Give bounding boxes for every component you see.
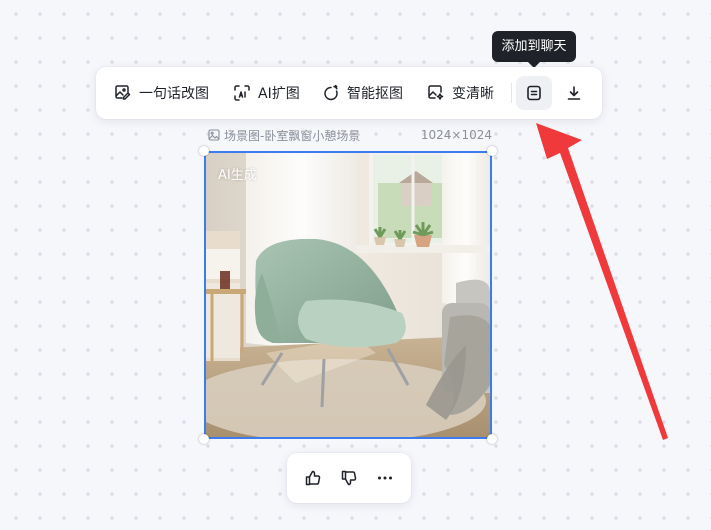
dislike-button[interactable] <box>337 466 361 490</box>
ai-expand-icon <box>234 85 250 101</box>
ai-expand-label: AI扩图 <box>258 86 300 102</box>
ai-generated-badge: AI生成 <box>218 168 257 183</box>
generated-image[interactable]: AI生成 <box>204 151 492 439</box>
edit-with-prompt-label: 一句话改图 <box>139 86 209 102</box>
download-icon <box>567 86 581 100</box>
more-options-button[interactable] <box>373 466 397 490</box>
resize-handle-top-right[interactable] <box>487 146 497 156</box>
enhance-clarity-label: 变清晰 <box>452 86 494 102</box>
enhance-icon <box>428 85 444 100</box>
image-edit-icon <box>115 85 131 100</box>
image-title: 场景图-卧室飘窗小憩场景 <box>224 128 361 143</box>
ai-expand-button[interactable]: AI扩图 <box>233 79 300 107</box>
image-caption: 场景图-卧室飘窗小憩场景 1024×1024 <box>208 127 492 143</box>
smart-cutout-icon <box>324 84 338 101</box>
edit-with-prompt-button[interactable]: 一句话改图 <box>114 79 209 107</box>
smart-cutout-label: 智能抠图 <box>347 86 403 102</box>
enhance-clarity-button[interactable]: 变清晰 <box>427 79 494 107</box>
feedback-bar <box>287 453 411 503</box>
scene-illustration <box>206 153 490 437</box>
add-to-chat-button[interactable] <box>516 76 552 110</box>
thumbs-down-icon <box>341 470 357 486</box>
image-icon <box>208 129 220 141</box>
resize-handle-top-left[interactable] <box>199 146 209 156</box>
resize-handle-bottom-right[interactable] <box>487 434 497 444</box>
more-icon <box>378 476 392 480</box>
add-to-chat-tooltip: 添加到聊天 <box>492 31 576 68</box>
toolbar-divider <box>511 83 512 103</box>
chat-add-icon <box>527 85 541 101</box>
like-button[interactable] <box>301 466 325 490</box>
resize-handle-bottom-left[interactable] <box>199 434 209 444</box>
image-toolbar: 一句话改图 AI扩图 智能抠图 变清晰 <box>96 67 602 119</box>
smart-cutout-button[interactable]: 智能抠图 <box>322 79 403 107</box>
image-dimensions: 1024×1024 <box>420 128 492 142</box>
thumbs-up-icon <box>305 470 321 486</box>
download-button[interactable] <box>556 76 592 110</box>
